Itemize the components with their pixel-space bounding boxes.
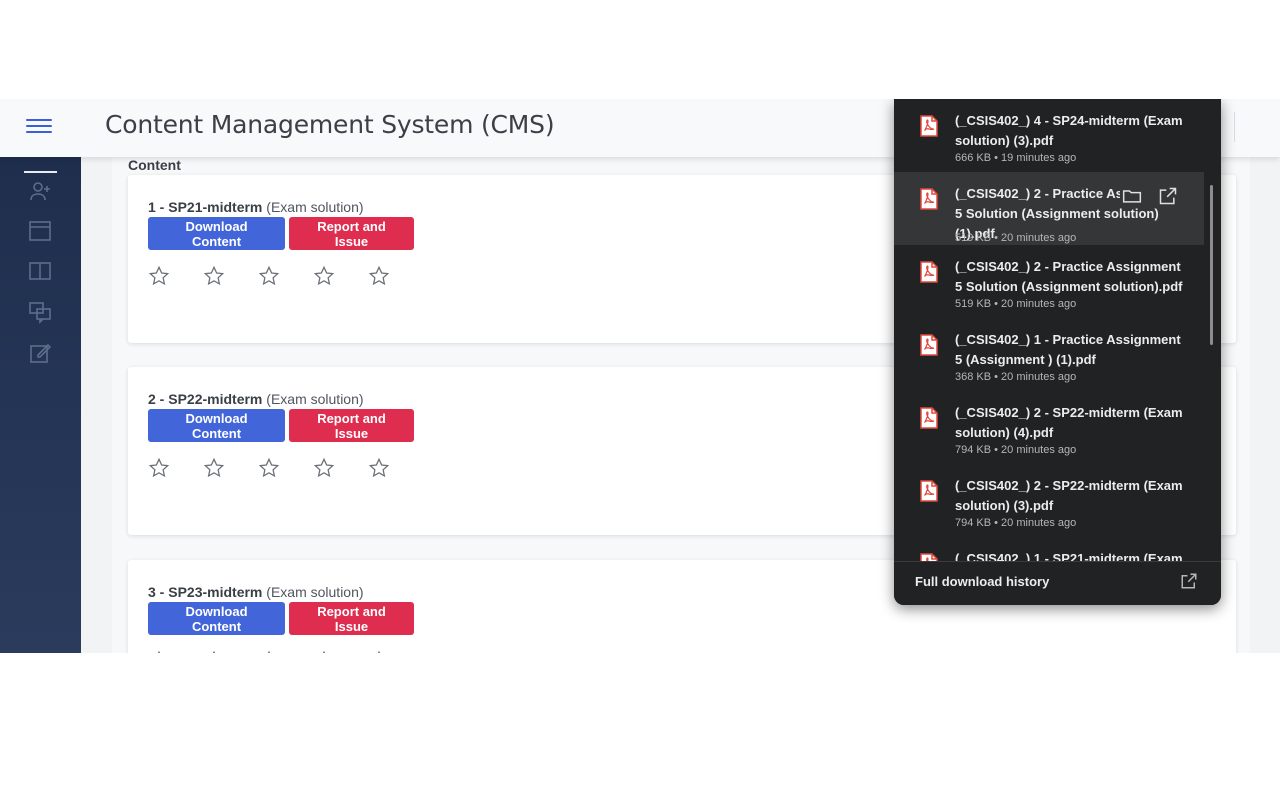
pdf-file-icon [920,407,938,429]
pdf-file-icon [920,553,938,561]
report-issue-button[interactable]: Report and Issue [289,602,414,635]
window-icon[interactable] [28,219,52,243]
download-list[interactable]: (_CSIS402_) 4 - SP24-midterm (Exam solut… [894,99,1221,561]
full-download-history-link[interactable]: Full download history [915,574,1049,589]
download-item-actions [1120,184,1204,208]
download-content-button[interactable]: Download Content [148,217,285,250]
pdf-file-icon [920,480,938,502]
star-icon[interactable] [203,265,225,287]
star-icon[interactable] [368,265,390,287]
download-item[interactable]: (_CSIS402_) 2 - SP22-midterm (Exam solut… [894,391,1204,464]
download-file-meta: 519 KB • 20 minutes ago [955,298,1077,310]
download-content-button[interactable]: Download Content [148,409,285,442]
star-icon[interactable] [368,457,390,479]
download-item[interactable]: (_CSIS402_) 4 - SP24-midterm (Exam solut… [894,99,1204,172]
report-issue-button[interactable]: Report and Issue [289,409,414,442]
report-issue-button[interactable]: Report and Issue [289,217,414,250]
star-icon[interactable] [148,265,170,287]
download-list-scrollbar[interactable] [1210,185,1213,345]
edit-icon[interactable] [28,341,52,365]
star-icon[interactable] [148,457,170,479]
star-icon[interactable] [313,650,335,653]
download-file-name: (_CSIS402_) 2 - Practice Assignment 5 So… [955,259,1183,294]
star-icon[interactable] [258,650,280,653]
star-icon[interactable] [368,650,390,653]
card-title: 3 - SP23-midterm (Exam solution) [148,584,364,600]
star-icon[interactable] [203,650,225,653]
page-title: Content Management System (CMS) [105,110,555,139]
download-file-name: (_CSIS402_) 2 - SP22-midterm (Exam solut… [955,478,1183,513]
hamburger-menu-icon[interactable] [26,115,54,141]
pdf-file-icon [920,188,938,210]
card-title: 2 - SP22-midterm (Exam solution) [148,391,364,407]
download-item[interactable]: (_CSIS402_) 1 - Practice Assignment 5 (A… [894,318,1204,391]
download-file-meta: 794 KB • 20 minutes ago [955,517,1077,529]
sidebar [0,157,81,653]
star-icon[interactable] [148,650,170,653]
show-in-folder-icon[interactable] [1122,186,1142,206]
download-file-name: (_CSIS402_) 1 - SP21-midterm (Exam solut… [955,551,1183,561]
star-icon[interactable] [258,457,280,479]
open-external-icon[interactable] [1180,572,1198,590]
download-content-button[interactable]: Download Content [148,602,285,635]
download-file-name: (_CSIS402_) 2 - SP22-midterm (Exam solut… [955,405,1183,440]
download-file-name: (_CSIS402_) 4 - SP24-midterm (Exam solut… [955,113,1183,148]
add-user-icon[interactable] [28,179,52,203]
card-title: 1 - SP21-midterm (Exam solution) [148,199,364,215]
star-icon[interactable] [313,265,335,287]
pdf-file-icon [920,115,938,137]
pdf-file-icon [920,334,938,356]
content-heading: Content [128,157,181,173]
download-item[interactable]: (_CSIS402_) 2 - Practice Assignment 5 So… [894,172,1204,245]
downloads-popup: (_CSIS402_) 4 - SP24-midterm (Exam solut… [894,99,1221,605]
download-item[interactable]: (_CSIS402_) 2 - Practice Assignment 5 So… [894,245,1204,318]
browser-viewport: Content Management System (CMS) Content … [0,99,1280,653]
chat-icon[interactable] [28,300,52,324]
download-footer: Full download history [894,561,1221,605]
open-file-icon[interactable] [1158,186,1178,206]
download-item[interactable]: (_CSIS402_) 1 - SP21-midterm (Exam solut… [894,537,1204,561]
sidebar-active-indicator [24,171,57,173]
download-file-meta: 666 KB • 19 minutes ago [955,152,1077,164]
header-divider [1234,112,1235,142]
book-icon[interactable] [28,259,52,283]
download-file-meta: 519 KB • 20 minutes ago [955,232,1077,244]
download-file-meta: 368 KB • 20 minutes ago [955,371,1077,383]
download-file-name: (_CSIS402_) 1 - Practice Assignment 5 (A… [955,332,1181,367]
pdf-file-icon [920,261,938,283]
star-icon[interactable] [258,265,280,287]
star-icon[interactable] [313,457,335,479]
download-item[interactable]: (_CSIS402_) 2 - SP22-midterm (Exam solut… [894,464,1204,537]
star-icon[interactable] [203,457,225,479]
download-file-meta: 794 KB • 20 minutes ago [955,444,1077,456]
